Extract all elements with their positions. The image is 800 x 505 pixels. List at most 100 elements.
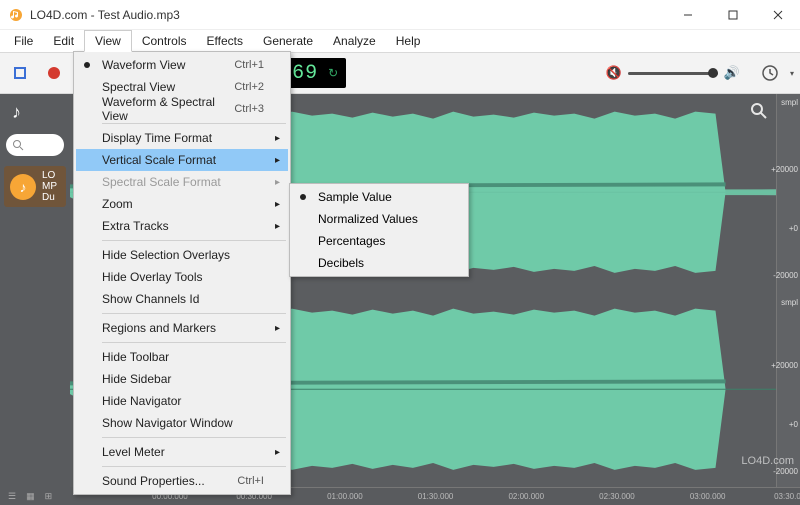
app-icon: [8, 7, 24, 23]
menu-item-label: Hide Sidebar: [102, 372, 171, 386]
menu-effects[interactable]: Effects: [197, 30, 253, 52]
submenu-arrow-icon: ▸: [275, 221, 280, 232]
menu-item-show-navigator-window[interactable]: Show Navigator Window: [76, 412, 288, 434]
menu-item-label: Extra Tracks: [102, 219, 169, 233]
menu-item-label: Level Meter: [102, 445, 165, 459]
menu-item-label: Regions and Markers: [102, 321, 216, 335]
menu-item-vertical-scale-format[interactable]: Vertical Scale Format ▸: [76, 149, 288, 171]
mute-icon[interactable]: 🔇: [606, 65, 622, 81]
sidebar-header: ♪: [0, 94, 70, 130]
view-menu-dropdown: Waveform View Ctrl+1 Spectral View Ctrl+2 Wa…: [73, 51, 291, 495]
menu-item-label: Zoom: [102, 197, 133, 211]
menu-help[interactable]: Help: [386, 30, 431, 52]
close-button[interactable]: [755, 0, 800, 30]
watermark: LO4D.com: [741, 455, 794, 467]
record-button[interactable]: [40, 59, 68, 87]
menu-item-label: Show Navigator Window: [102, 416, 233, 430]
ruler-unit: smpl: [781, 98, 798, 107]
title-bar: LO4D.com - Test Audio.mp3: [0, 0, 800, 30]
history-button[interactable]: [756, 59, 784, 87]
volume-icon[interactable]: 🔊: [724, 65, 740, 81]
submenu-arrow-icon: ▸: [275, 177, 280, 188]
submenu-item-label: Normalized Values: [318, 212, 418, 226]
menu-item-sound-properties[interactable]: Sound Properties... Ctrl+I: [76, 470, 288, 492]
sidebar-search[interactable]: [6, 134, 64, 156]
window-title: LO4D.com - Test Audio.mp3: [30, 8, 180, 22]
menu-accelerator: Ctrl+3: [234, 103, 264, 115]
menu-item-label: Hide Overlay Tools: [102, 270, 203, 284]
menu-view[interactable]: View: [84, 30, 132, 52]
chevron-down-icon[interactable]: ▾: [790, 69, 794, 78]
minimize-button[interactable]: [665, 0, 710, 30]
menu-accelerator: Ctrl+2: [234, 81, 264, 93]
submenu-item-percentages[interactable]: Percentages: [292, 230, 466, 252]
submenu-item-sample-value[interactable]: Sample Value: [292, 186, 466, 208]
menu-item-regions-and-markers[interactable]: Regions and Markers ▸: [76, 317, 288, 339]
submenu-arrow-icon: ▸: [275, 155, 280, 166]
stop-button[interactable]: [6, 59, 34, 87]
menu-item-label: Hide Selection Overlays: [102, 248, 230, 262]
menu-item-display-time-format[interactable]: Display Time Format ▸: [76, 127, 288, 149]
menu-edit[interactable]: Edit: [43, 30, 84, 52]
view-mode-tiles-icon[interactable]: ⊞: [45, 491, 53, 502]
menu-bar: File Edit View Controls Effects Generate…: [0, 30, 800, 52]
submenu-item-decibels[interactable]: Decibels: [292, 252, 466, 274]
menu-separator: [102, 466, 286, 467]
menu-accelerator: Ctrl+I: [237, 475, 264, 487]
menu-item-label: Display Time Format: [102, 131, 212, 145]
menu-item-hide-selection-overlays[interactable]: Hide Selection Overlays: [76, 244, 288, 266]
menu-item-label: Show Channels Id: [102, 292, 199, 306]
volume-slider[interactable]: [628, 72, 718, 75]
menu-item-hide-navigator[interactable]: Hide Navigator: [76, 390, 288, 412]
view-mode-grid-icon[interactable]: ▦: [26, 491, 35, 502]
menu-item-show-channels-id[interactable]: Show Channels Id: [76, 288, 288, 310]
menu-separator: [102, 437, 286, 438]
submenu-item-label: Percentages: [318, 234, 385, 248]
menu-item-hide-sidebar[interactable]: Hide Sidebar: [76, 368, 288, 390]
submenu-arrow-icon: ▸: [275, 323, 280, 334]
menu-item-label: Waveform View: [102, 58, 185, 72]
file-type-icon: ♪: [10, 174, 36, 200]
search-icon: [12, 139, 24, 151]
menu-separator: [102, 342, 286, 343]
menu-separator: [102, 313, 286, 314]
file-list-item[interactable]: ♪ LO MP Du: [4, 166, 66, 207]
menu-controls[interactable]: Controls: [132, 30, 197, 52]
submenu-arrow-icon: ▸: [275, 133, 280, 144]
menu-file[interactable]: File: [4, 30, 43, 52]
menu-item-zoom[interactable]: Zoom ▸: [76, 193, 288, 215]
checked-indicator-icon: [300, 194, 306, 200]
view-mode-list-icon[interactable]: ☰: [8, 491, 16, 502]
sidebar: ♪ ♪ LO MP Du: [0, 94, 70, 487]
menu-item-label: Sound Properties...: [102, 474, 205, 488]
checked-indicator-icon: [84, 62, 90, 68]
waveform-search-button[interactable]: [748, 100, 770, 122]
vertical-scale-format-submenu: Sample Value Normalized Values Percentages…: [289, 183, 469, 277]
file-label: LO MP Du: [42, 170, 57, 203]
menu-item-label: Spectral View: [102, 80, 175, 94]
submenu-item-label: Decibels: [318, 256, 364, 270]
menu-item-waveform-view[interactable]: Waveform View Ctrl+1: [76, 54, 288, 76]
menu-item-hide-overlay-tools[interactable]: Hide Overlay Tools: [76, 266, 288, 288]
loop-icon[interactable]: ↻: [328, 66, 338, 80]
submenu-arrow-icon: ▸: [275, 199, 280, 210]
menu-generate[interactable]: Generate: [253, 30, 323, 52]
menu-item-hide-toolbar[interactable]: Hide Toolbar: [76, 346, 288, 368]
submenu-arrow-icon: ▸: [275, 447, 280, 458]
menu-item-waveform-spectral-view[interactable]: Waveform & Spectral ViewCtrl+3: [76, 98, 288, 120]
menu-item-label: Spectral Scale Format: [102, 175, 221, 189]
menu-item-level-meter[interactable]: Level Meter ▸: [76, 441, 288, 463]
submenu-item-normalized-values[interactable]: Normalized Values: [292, 208, 466, 230]
menu-item-label: Hide Navigator: [102, 394, 181, 408]
amplitude-ruler: smpl +20000 +0 -20000 smpl +20000 +0 -20…: [776, 94, 800, 487]
menu-item-label: Vertical Scale Format: [102, 153, 216, 167]
menu-item-label: Hide Toolbar: [102, 350, 169, 364]
menu-separator: [102, 240, 286, 241]
music-note-icon: ♪: [12, 102, 21, 123]
menu-separator: [102, 123, 286, 124]
menu-analyze[interactable]: Analyze: [323, 30, 386, 52]
menu-item-extra-tracks[interactable]: Extra Tracks ▸: [76, 215, 288, 237]
menu-accelerator: Ctrl+1: [234, 59, 264, 71]
maximize-button[interactable]: [710, 0, 755, 30]
menu-item-spectral-scale-format: Spectral Scale Format ▸: [76, 171, 288, 193]
